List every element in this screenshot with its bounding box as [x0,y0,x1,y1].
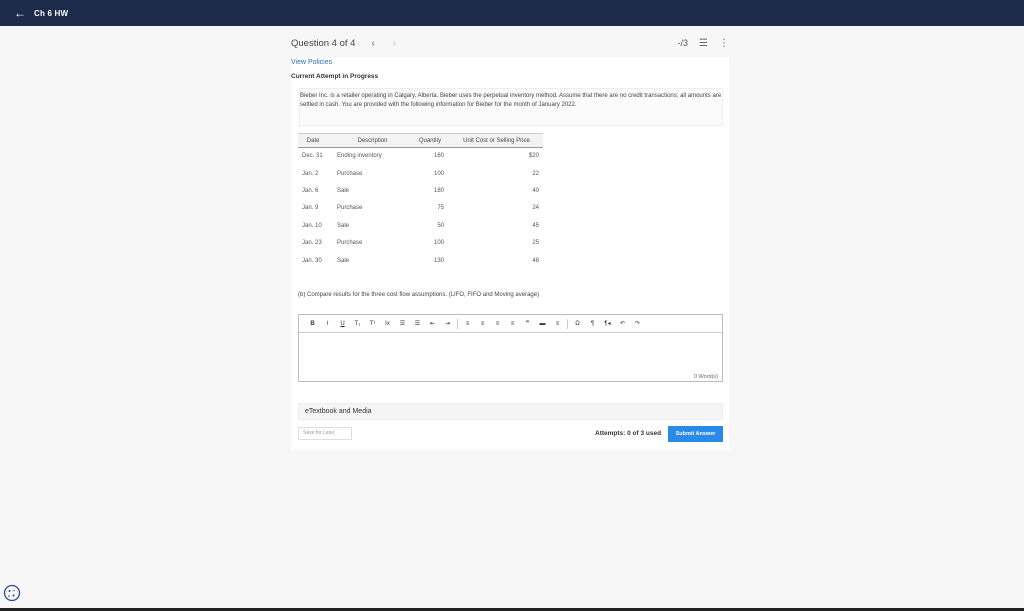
assignment-title[interactable]: Ch 6 HW [34,9,68,18]
align-right-button[interactable]: ≡ [490,321,505,327]
cell-unit-cost: 40 [532,187,539,194]
rtl-button[interactable]: ¶◂ [600,320,615,327]
cell-description: Purchase [337,240,363,247]
cell-date: Dec. 31 [302,153,323,160]
question-card: View Policies Current Attempt in Progres… [291,57,729,450]
etextbook-media-link[interactable]: eTextbook and Media [298,403,723,420]
answer-editor: B I U T₁ T¹ Ix ☰ ☰ ⇤ ⇥ ≡ ≡ ≡ ≡ ❞ ▬ ≡ Ω ¶… [298,314,723,382]
superscript-button[interactable]: T¹ [365,321,380,327]
table-row: Jan. 2 Purchase 100 22 [298,165,543,182]
table-row: Jan. 6 Sale 180 40 [298,182,543,199]
toolbar-divider [457,318,458,329]
italic-button[interactable]: I [320,321,335,327]
redo-button[interactable]: ↷ [630,320,645,327]
cell-quantity: 100 [433,170,444,177]
cell-unit-cost: $20 [528,153,539,160]
cell-date: Jan. 2 [302,170,319,177]
question-list-icon[interactable]: ☰ [699,38,708,49]
top-bar: ← Ch 6 HW [0,0,1024,26]
col-quantity: Quantity [412,133,450,148]
align-left-button[interactable]: ≡ [460,321,475,327]
bullet-list-button[interactable]: ☰ [395,320,410,327]
cell-quantity: 75 [437,205,444,212]
cell-description: Purchase [337,205,363,212]
underline-button[interactable]: U [335,321,350,327]
save-for-later-button[interactable]: Save for Later [298,427,352,440]
cell-quantity: 100 [433,240,444,247]
cell-date: Jan. 6 [302,187,319,194]
view-policies-link[interactable]: View Policies [291,59,332,66]
table-row: Jan. 9 Purchase 75 24 [298,200,543,217]
special-char-button[interactable]: Ω [570,321,585,327]
attempts-counter: Attempts: 0 of 3 used [595,430,662,437]
cell-description: Sale [337,187,350,194]
indent-button[interactable]: ⇥ [440,320,455,327]
cell-quantity: 50 [437,222,444,229]
col-unit-cost: Unit Cost or Selling Price [450,133,543,148]
undo-button[interactable]: ↶ [615,320,630,327]
cell-unit-cost: 22 [532,170,539,177]
bold-button[interactable]: B [305,321,320,327]
cell-description: Sale [337,257,350,264]
table-row: Jan. 30 Sale 130 48 [298,252,543,269]
cell-description: Purchase [337,170,363,177]
submit-answer-button[interactable]: Submit Answer [668,426,723,442]
cell-date: Jan. 23 [302,240,322,247]
question-counter: Question 4 of 4 [291,37,356,49]
clear-format-button[interactable]: Ix [380,321,395,327]
cell-unit-cost: 48 [532,257,539,264]
cell-quantity: 130 [433,257,444,264]
table-row: Jan. 10 Sale 50 45 [298,217,543,234]
more-options-icon[interactable]: ⋮ [719,38,729,49]
cell-quantity: 180 [433,187,444,194]
table-row: Jan. 23 Purchase 100 25 [298,234,543,251]
editor-toolbar: B I U T₁ T¹ Ix ☰ ☰ ⇤ ⇥ ≡ ≡ ≡ ≡ ❞ ▬ ≡ Ω ¶… [299,315,722,333]
outdent-button[interactable]: ⇤ [425,320,440,327]
problem-statement: Bieber Inc. is a retailer operating in C… [299,88,723,126]
question-header: Question 4 of 4 ‹ › -/3 ☰ ⋮ [291,34,729,52]
score-display: -/3 [677,38,689,48]
word-count: 0 Word(s) [693,374,718,380]
cell-date: Jan. 30 [302,257,322,264]
col-description: Description [328,133,412,148]
inventory-table: Date Description Quantity Unit Cost or S… [298,133,543,269]
part-b-prompt: (b) Compare results for the three cost f… [298,292,540,298]
answer-textarea[interactable] [299,333,722,370]
blockquote-button[interactable]: ❞ [520,320,535,327]
subscript-button[interactable]: T₁ [350,321,365,327]
cell-date: Jan. 9 [302,205,319,212]
cell-unit-cost: 45 [532,222,539,229]
numbered-list-button[interactable]: ☰ [410,320,425,327]
next-question-button[interactable]: › [393,38,396,49]
align-center-button[interactable]: ≡ [475,321,490,327]
cookie-icon[interactable] [3,584,21,602]
problem-text: Bieber Inc. is a retailer operating in C… [300,93,722,108]
attempt-status: Current Attempt in Progress [291,73,379,80]
cell-date: Jan. 10 [302,222,322,229]
ltr-button[interactable]: ¶ [585,321,600,327]
justify-button[interactable]: ≡ [505,321,520,327]
cell-description: Sale [337,222,350,229]
table-header-row: Date Description Quantity Unit Cost or S… [298,133,543,148]
cell-unit-cost: 24 [532,205,539,212]
toolbar-divider [567,318,568,329]
table-button[interactable]: ≡ [550,321,565,327]
horizontal-rule-button[interactable]: ▬ [535,321,550,327]
col-date: Date [298,133,328,148]
arrow-left-icon[interactable]: ← [14,7,26,19]
cell-description: Ending inventory [337,153,382,160]
cell-quantity: 160 [433,153,444,160]
cell-unit-cost: 25 [532,240,539,247]
prev-question-button[interactable]: ‹ [371,38,374,49]
table-row: Dec. 31 Ending inventory 160 $20 [298,148,543,165]
